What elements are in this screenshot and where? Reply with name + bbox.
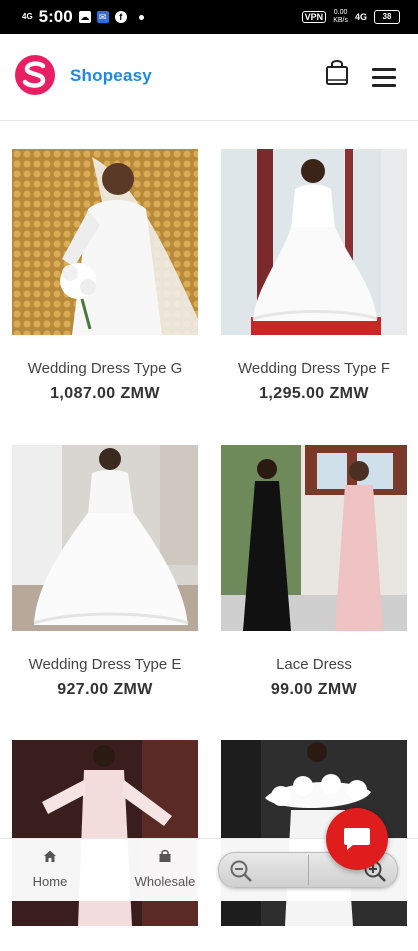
vpn-badge: VPN xyxy=(301,11,327,23)
product-name[interactable]: Wedding Dress Type F xyxy=(221,360,407,377)
status-right: VPN 0.00 KB/s 4G 38 xyxy=(301,0,400,34)
shopping-bag-icon[interactable] xyxy=(324,58,350,86)
speed-value: 0.00 xyxy=(333,9,348,16)
chat-icon xyxy=(344,828,370,850)
status-bar: 4G 5:00 ☁ ✉ f VPN 0.00 KB/s 4G 38 xyxy=(0,0,418,34)
product-card[interactable]: Wedding Dress Type G 1,087.00 ZMW xyxy=(12,149,198,403)
home-icon xyxy=(44,850,56,862)
product-price: 1,295.00 ZMW xyxy=(259,385,369,402)
product-card[interactable]: Wedding Dress Type F 1,295.00 ZMW xyxy=(221,149,407,403)
hamburger-menu-icon[interactable] xyxy=(372,68,396,88)
speed-unit: KB/s xyxy=(333,17,348,24)
app-notification-icon: ✉ xyxy=(96,11,109,23)
product-name[interactable]: Lace Dress xyxy=(221,656,407,673)
product-image[interactable] xyxy=(12,149,198,335)
nav-wholesale[interactable]: Wholesale xyxy=(120,849,210,889)
network-type: 4G xyxy=(354,12,367,22)
product-name[interactable]: Wedding Dress Type E xyxy=(12,656,198,673)
battery-icon: 38 xyxy=(374,10,400,24)
app-header: Shopeasy xyxy=(0,34,418,121)
shop-icon xyxy=(159,849,171,862)
product-card[interactable]: Wedding Dress Type E 927.00 ZMW xyxy=(12,445,198,699)
product-card[interactable]: Lace Dress 99.00 ZMW xyxy=(221,445,407,699)
signal-indicator: 4G xyxy=(22,12,33,21)
nav-wholesale-label: Wholesale xyxy=(134,874,196,889)
network-speed: 0.00 KB/s xyxy=(333,9,348,25)
product-name[interactable]: Wedding Dress Type G xyxy=(12,360,198,377)
product-image[interactable] xyxy=(221,445,407,631)
nav-home-label: Home xyxy=(32,874,68,889)
status-left: 4G 5:00 ☁ ✉ f xyxy=(22,0,144,34)
cloud-icon: ☁ xyxy=(78,11,91,23)
notification-dot-icon xyxy=(138,14,144,20)
brand-name[interactable]: Shopeasy xyxy=(70,66,152,86)
product-image[interactable] xyxy=(221,149,407,335)
zoom-out-icon[interactable] xyxy=(229,859,253,883)
product-price: 1,087.00 ZMW xyxy=(50,385,160,402)
product-price: 927.00 ZMW xyxy=(57,681,153,698)
zoom-divider xyxy=(308,855,309,885)
product-image[interactable] xyxy=(12,445,198,631)
shopeasy-logo[interactable] xyxy=(14,54,56,96)
nav-home[interactable]: Home xyxy=(5,849,95,889)
facebook-icon: f xyxy=(114,11,127,23)
product-price: 99.00 ZMW xyxy=(270,681,358,698)
clock: 5:00 xyxy=(38,7,73,26)
chat-button[interactable] xyxy=(326,808,388,870)
